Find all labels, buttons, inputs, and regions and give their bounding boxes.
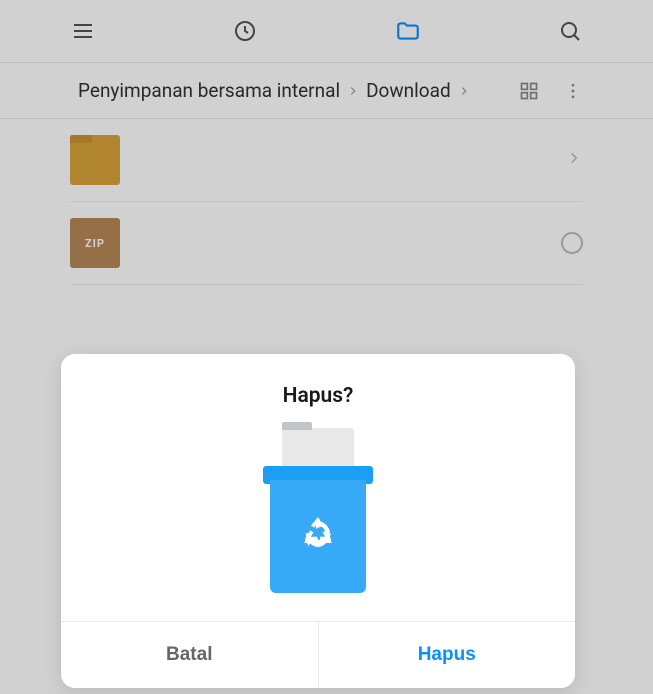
dialog-body: Hapus? xyxy=(61,354,575,621)
recycle-icon xyxy=(294,511,342,563)
cancel-button[interactable]: Batal xyxy=(61,622,319,688)
dialog-title: Hapus? xyxy=(81,384,555,408)
dialog-actions: Batal Hapus xyxy=(61,621,575,688)
delete-dialog: Hapus? xyxy=(61,354,575,688)
delete-button[interactable]: Hapus xyxy=(319,622,576,688)
trash-illustration xyxy=(263,428,373,593)
trash-bin-graphic xyxy=(270,480,366,593)
